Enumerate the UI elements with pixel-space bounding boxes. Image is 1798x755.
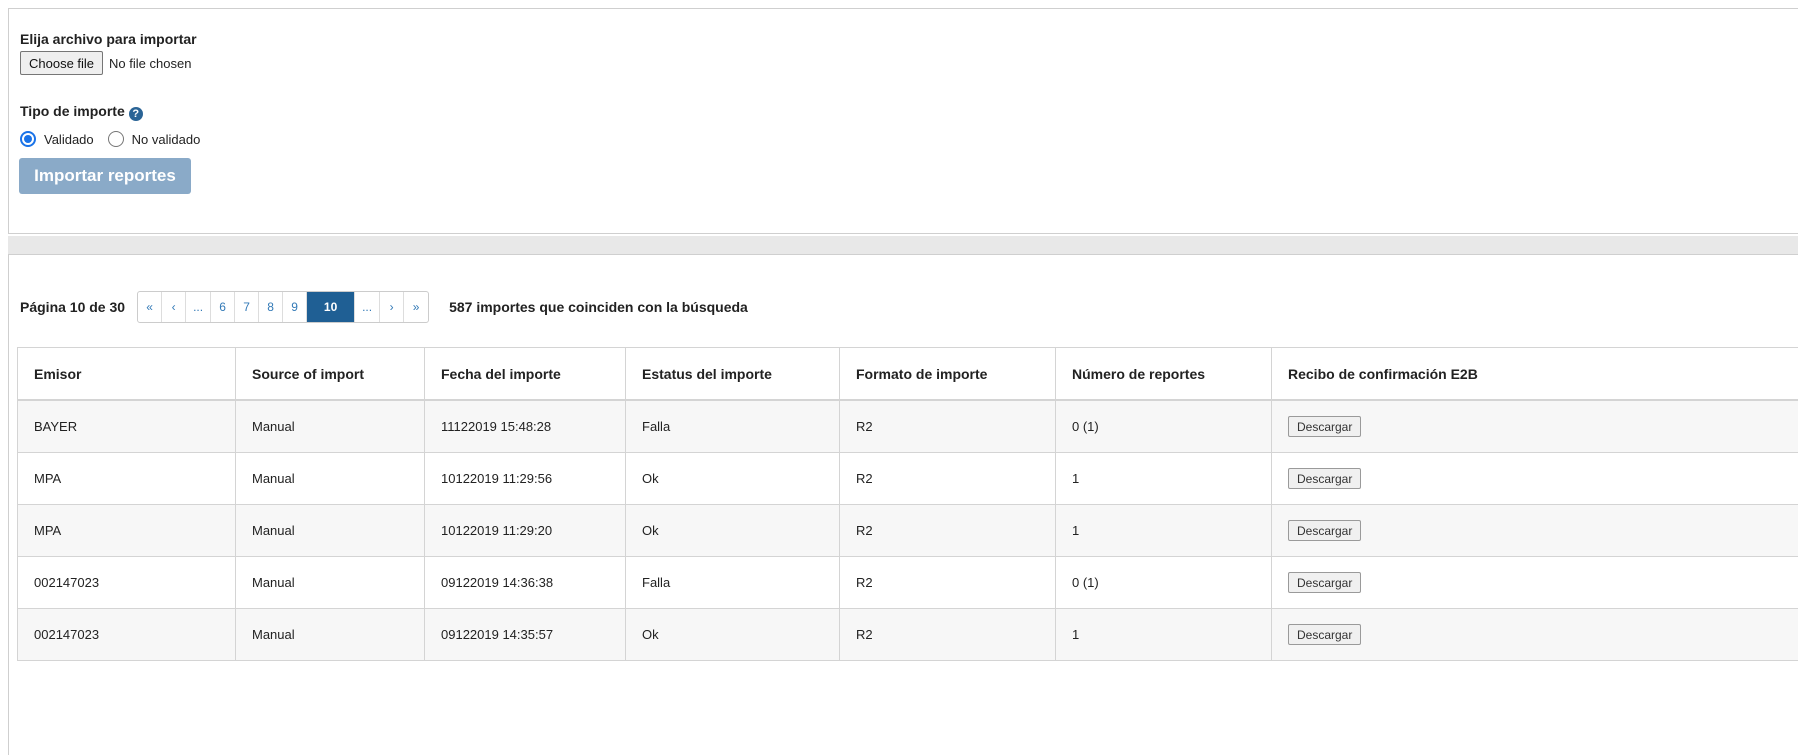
- table-header-row: Emisor Source of import Fecha del import…: [17, 347, 1798, 401]
- table-row: 002147023 Manual 09122019 14:36:38 Falla…: [17, 556, 1798, 609]
- cell-estatus: Ok: [625, 608, 840, 661]
- page-ellipsis[interactable]: ...: [355, 292, 381, 322]
- page-ellipsis[interactable]: ...: [186, 292, 212, 322]
- cell-estatus: Falla: [625, 556, 840, 609]
- cell-recibo: Descargar: [1271, 504, 1798, 557]
- radio-no-validado-label[interactable]: No validado: [132, 132, 201, 147]
- current-page-button[interactable]: 10: [307, 292, 356, 322]
- download-button[interactable]: Descargar: [1288, 468, 1362, 489]
- download-button[interactable]: Descargar: [1288, 572, 1362, 593]
- pagination: « ‹ ... 6 7 8 9 10 ... › »: [137, 291, 430, 323]
- import-panel: [8, 9, 1798, 234]
- cell-recibo: Descargar: [1271, 556, 1798, 609]
- column-header-fecha[interactable]: Fecha del importe: [424, 347, 626, 401]
- page-9-button[interactable]: 9: [283, 292, 308, 322]
- cell-fecha: 09122019 14:35:57: [424, 608, 626, 661]
- cell-emisor: MPA: [17, 504, 236, 557]
- cell-estatus: Ok: [625, 504, 840, 557]
- cell-recibo: Descargar: [1271, 608, 1798, 661]
- previous-page-button[interactable]: ‹: [162, 292, 187, 322]
- cell-source: Manual: [235, 399, 425, 453]
- column-header-emisor[interactable]: Emisor: [17, 347, 236, 401]
- cell-numero: 1: [1055, 608, 1272, 661]
- cell-numero: 0 (1): [1055, 556, 1272, 609]
- last-page-button[interactable]: »: [404, 292, 428, 322]
- match-count: 587 importes que coinciden con la búsque…: [449, 299, 748, 315]
- choose-file-button[interactable]: Choose file: [20, 51, 104, 75]
- cell-source: Manual: [235, 556, 425, 609]
- cell-fecha: 10122019 11:29:20: [424, 504, 626, 557]
- cell-emisor: 002147023: [17, 556, 236, 609]
- cell-recibo: Descargar: [1271, 399, 1798, 453]
- next-page-button[interactable]: ›: [380, 292, 405, 322]
- cell-fecha: 09122019 14:36:38: [424, 556, 626, 609]
- section-separator: [8, 236, 1798, 255]
- cell-formato: R2: [839, 452, 1056, 505]
- cell-formato: R2: [839, 556, 1056, 609]
- download-button[interactable]: Descargar: [1288, 624, 1362, 645]
- download-button[interactable]: Descargar: [1288, 520, 1362, 541]
- import-reports-button[interactable]: Importar reportes: [19, 158, 191, 194]
- cell-fecha: 11122019 15:48:28: [424, 399, 626, 453]
- column-header-source[interactable]: Source of import: [235, 347, 425, 401]
- cell-source: Manual: [235, 504, 425, 557]
- cell-formato: R2: [839, 608, 1056, 661]
- cell-emisor: 002147023: [17, 608, 236, 661]
- import-type-radios: Validado No validado: [20, 131, 214, 147]
- import-type-label: Tipo de importe?: [20, 103, 143, 121]
- column-header-recibo[interactable]: Recibo de confirmación E2B: [1271, 347, 1798, 401]
- imports-table: Emisor Source of import Fecha del import…: [17, 347, 1798, 661]
- table-row: MPA Manual 10122019 11:29:20 Ok R2 1 Des…: [17, 504, 1798, 557]
- cell-numero: 1: [1055, 504, 1272, 557]
- radio-no-validado[interactable]: [107, 131, 124, 147]
- cell-source: Manual: [235, 452, 425, 505]
- cell-emisor: MPA: [17, 452, 236, 505]
- radio-validado-label[interactable]: Validado: [44, 132, 94, 147]
- table-row: BAYER Manual 11122019 15:48:28 Falla R2 …: [17, 399, 1798, 453]
- cell-numero: 1: [1055, 452, 1272, 505]
- column-header-estatus[interactable]: Estatus del importe: [625, 347, 840, 401]
- file-input-row: Choose file No file chosen: [20, 51, 191, 75]
- cell-estatus: Falla: [625, 399, 840, 453]
- import-type-text: Tipo de importe: [20, 103, 125, 119]
- page-7-button[interactable]: 7: [235, 292, 260, 322]
- page-info: Página 10 de 30: [20, 299, 126, 315]
- table-row: MPA Manual 10122019 11:29:56 Ok R2 1 Des…: [17, 452, 1798, 505]
- cell-formato: R2: [839, 399, 1056, 453]
- help-icon[interactable]: ?: [128, 107, 143, 121]
- cell-estatus: Ok: [625, 452, 840, 505]
- page-8-button[interactable]: 8: [259, 292, 284, 322]
- file-label: Elija archivo para importar: [20, 31, 197, 47]
- cell-source: Manual: [235, 608, 425, 661]
- page-6-button[interactable]: 6: [211, 292, 236, 322]
- column-header-numero[interactable]: Número de reportes: [1055, 347, 1272, 401]
- pagination-bar: Página 10 de 30 « ‹ ... 6 7 8 9 10 ... ›…: [20, 291, 748, 323]
- cell-numero: 0 (1): [1055, 399, 1272, 453]
- first-page-button[interactable]: «: [138, 292, 163, 322]
- cell-formato: R2: [839, 504, 1056, 557]
- radio-validado[interactable]: [20, 131, 36, 147]
- column-header-formato[interactable]: Formato de importe: [839, 347, 1056, 401]
- download-button[interactable]: Descargar: [1288, 416, 1362, 437]
- cell-emisor: BAYER: [17, 399, 236, 453]
- cell-fecha: 10122019 11:29:56: [424, 452, 626, 505]
- table-row: 002147023 Manual 09122019 14:35:57 Ok R2…: [17, 608, 1798, 661]
- cell-recibo: Descargar: [1271, 452, 1798, 505]
- no-file-text: No file chosen: [109, 55, 192, 71]
